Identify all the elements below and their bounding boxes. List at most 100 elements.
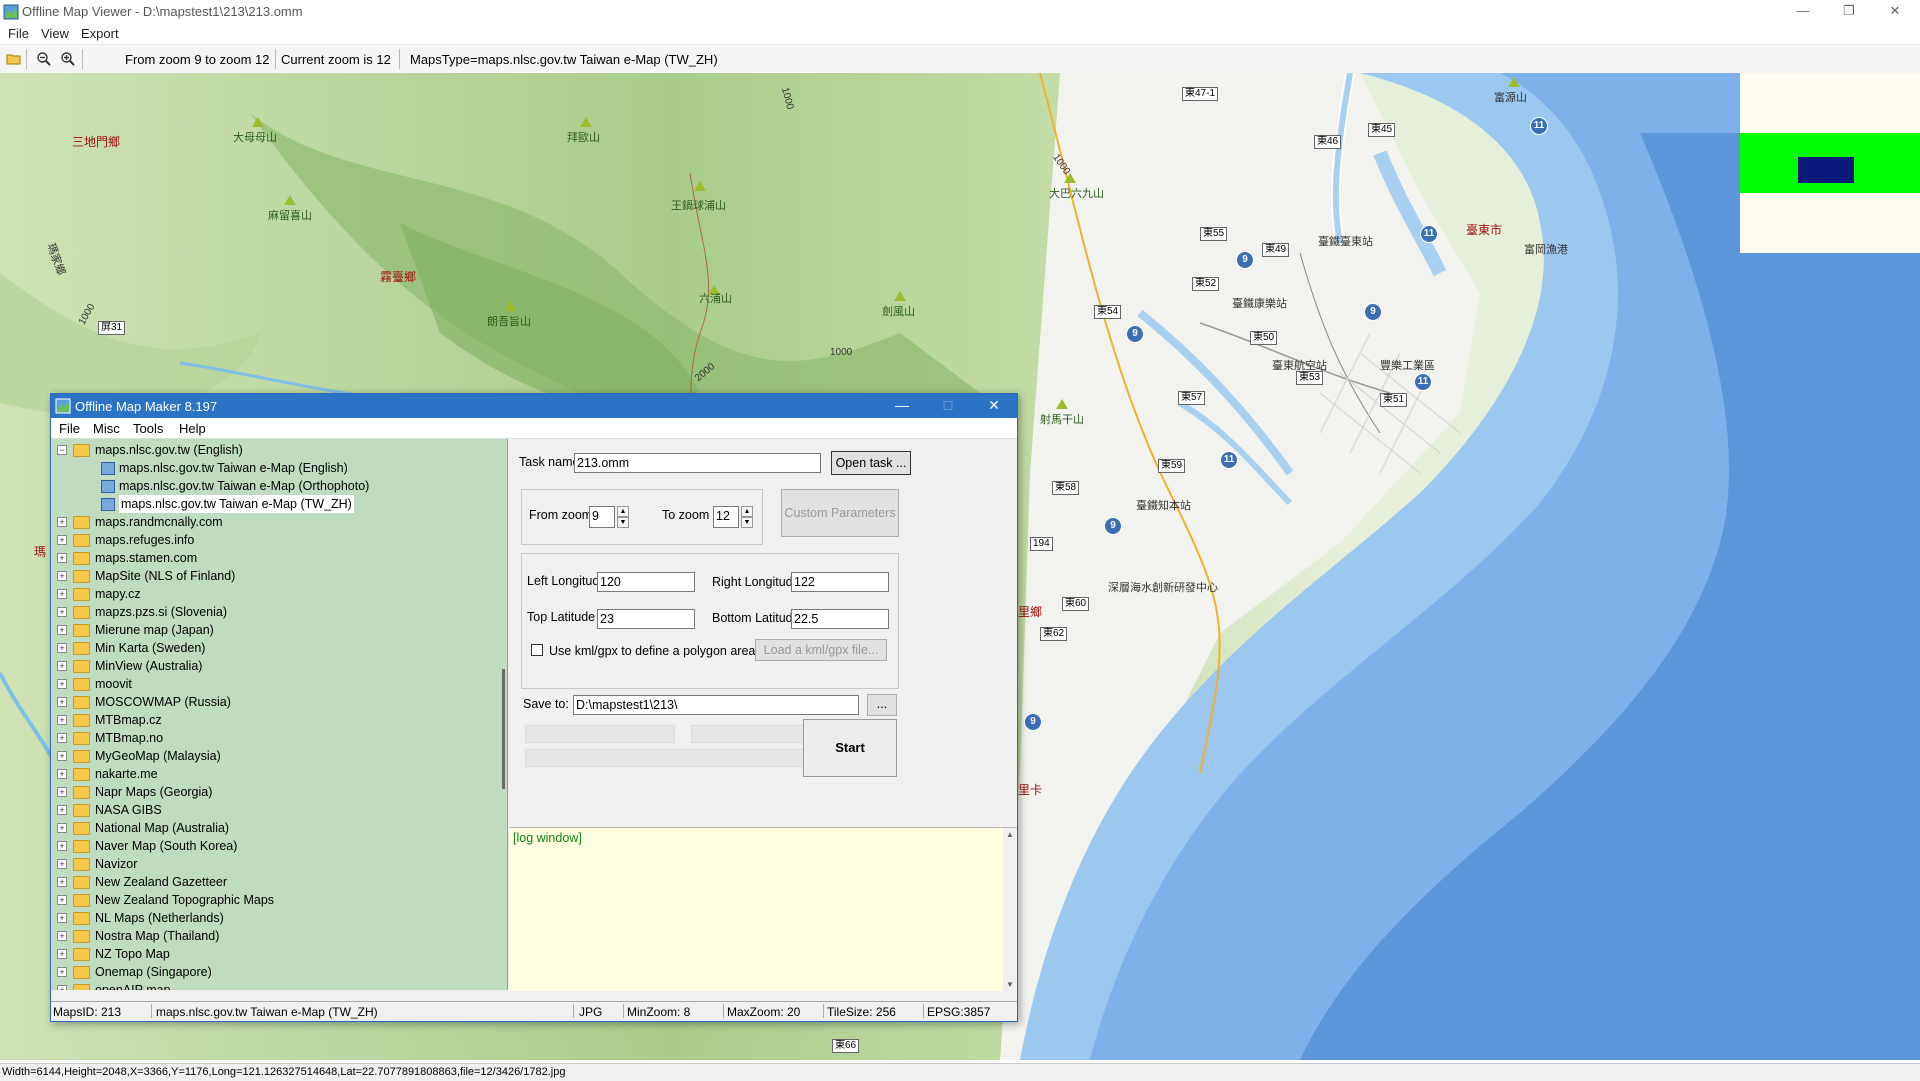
expand-icon[interactable]: +	[57, 841, 67, 851]
road-badge: 東58	[1052, 481, 1080, 495]
minimize-button[interactable]: —	[1780, 0, 1826, 24]
peak-label: 朗吾旨山	[487, 316, 531, 328]
highway-shield: 9	[1236, 251, 1254, 269]
status-separator	[573, 1004, 574, 1018]
open-folder-icon[interactable]	[6, 51, 22, 67]
expand-icon[interactable]: +	[57, 895, 67, 905]
menu-export[interactable]: Export	[81, 26, 119, 41]
from-zoom-input[interactable]: 9	[589, 506, 615, 528]
zoom-in-icon[interactable]	[60, 51, 76, 67]
dialog-menu-misc[interactable]: Misc	[93, 421, 120, 436]
expand-icon[interactable]: +	[57, 679, 67, 689]
expand-icon[interactable]: +	[57, 769, 67, 779]
expand-icon[interactable]: +	[57, 517, 67, 527]
left-longitude-input[interactable]: 120	[597, 572, 695, 592]
expand-icon[interactable]: +	[57, 571, 67, 581]
expand-icon[interactable]: +	[57, 535, 67, 545]
township-label: 霧臺鄉	[380, 270, 417, 284]
dialog-minimize-button[interactable]: —	[879, 394, 925, 418]
expand-icon[interactable]: +	[57, 913, 67, 923]
dialog-titlebar[interactable]: Offline Map Maker 8.197 — □ ✕	[51, 394, 1017, 418]
poi-label: 富源山	[1494, 92, 1527, 104]
save-to-label: Save to:	[523, 697, 569, 711]
dialog-close-button[interactable]: ✕	[971, 394, 1017, 418]
expand-icon[interactable]: +	[57, 751, 67, 761]
restore-button[interactable]: ❐	[1826, 0, 1872, 24]
folder-icon	[73, 714, 90, 727]
map-layer-icon	[101, 498, 115, 511]
highway-shield: 9	[1126, 325, 1144, 343]
open-task-button[interactable]: Open task ...	[831, 451, 911, 475]
status-separator	[823, 1004, 824, 1018]
poi-label: 深層海水創新研發中心	[1108, 582, 1218, 594]
expand-icon[interactable]: +	[57, 553, 67, 563]
expand-icon[interactable]: +	[57, 805, 67, 815]
browse-button[interactable]: ...	[867, 694, 897, 716]
folder-icon	[73, 840, 90, 853]
expand-icon[interactable]: +	[57, 643, 67, 653]
dialog-menu-tools[interactable]: Tools	[133, 421, 163, 436]
to-zoom-input[interactable]: 12	[713, 506, 739, 528]
dialog-maximize-button[interactable]: □	[925, 394, 971, 418]
menu-view[interactable]: View	[41, 26, 69, 41]
to-zoom-spinner[interactable]: ▲ ▼	[741, 506, 753, 528]
folder-icon	[73, 606, 90, 619]
expand-icon[interactable]: +	[57, 787, 67, 797]
kml-polygon-checkbox[interactable]	[531, 644, 543, 656]
road-badge: 東54	[1094, 305, 1122, 319]
expand-icon[interactable]: +	[57, 607, 67, 617]
poi-label: 富岡漁港	[1524, 244, 1568, 256]
expand-icon[interactable]: +	[57, 823, 67, 833]
road-badge: 東62	[1040, 627, 1068, 641]
folder-icon	[73, 948, 90, 961]
dialog-menu-file[interactable]: File	[59, 421, 80, 436]
log-scrollbar[interactable]: ▲ ▼	[1003, 828, 1017, 991]
zoom-out-icon[interactable]	[36, 51, 52, 67]
tree-node-label: Onemap (Singapore)	[95, 965, 212, 979]
overview-minimap[interactable]	[1740, 73, 1920, 253]
expand-icon[interactable]: +	[57, 877, 67, 887]
menu-file[interactable]: File	[8, 26, 29, 41]
dialog-menu-help[interactable]: Help	[179, 421, 206, 436]
tree-node-label: NZ Topo Map	[95, 947, 170, 961]
expand-icon[interactable]: +	[57, 949, 67, 959]
township-label: 三地門鄉	[72, 135, 121, 149]
expand-icon[interactable]: +	[57, 985, 67, 990]
expand-icon[interactable]: +	[57, 967, 67, 977]
collapse-icon[interactable]: −	[57, 445, 67, 455]
expand-icon[interactable]: +	[57, 625, 67, 635]
expand-icon[interactable]: +	[57, 859, 67, 869]
task-name-input[interactable]: 213.omm	[574, 453, 821, 473]
expand-icon[interactable]: +	[57, 589, 67, 599]
folder-icon	[73, 570, 90, 583]
expand-icon[interactable]: +	[57, 931, 67, 941]
dialog-menubar: File Misc Tools Help	[51, 418, 1017, 439]
expand-icon[interactable]: +	[57, 733, 67, 743]
expand-icon[interactable]: +	[57, 661, 67, 671]
township-label: 瑪	[34, 545, 47, 559]
custom-parameters-button[interactable]: Custom Parameters	[781, 489, 899, 537]
load-kml-button[interactable]: Load a kml/gpx file...	[755, 639, 887, 661]
tree-node-label: New Zealand Topographic Maps	[95, 893, 275, 907]
road-badge: 東50	[1250, 331, 1278, 345]
folder-icon	[73, 768, 90, 781]
task-settings-panel: Task name 213.omm Open task ... From zoo…	[509, 439, 1017, 991]
top-latitude-label: Top Latitude	[527, 610, 596, 624]
start-button[interactable]: Start	[803, 719, 897, 777]
highway-shield: 9	[1104, 517, 1122, 535]
log-window[interactable]: [log window] ▲ ▼	[509, 827, 1017, 991]
bottom-latitude-input[interactable]: 22.5	[791, 609, 889, 629]
mountain-peak-icon	[580, 117, 592, 127]
tree-scrollbar[interactable]	[502, 669, 505, 789]
tree-node-label: MTBmap.no	[95, 731, 164, 745]
close-button[interactable]: ✕	[1872, 0, 1918, 24]
expand-icon[interactable]: +	[57, 697, 67, 707]
right-longitude-input[interactable]: 122	[791, 572, 889, 592]
top-latitude-input[interactable]: 23	[597, 609, 695, 629]
from-zoom-spinner[interactable]: ▲ ▼	[617, 506, 629, 528]
road-badge: 東66	[832, 1039, 860, 1053]
save-to-input[interactable]: D:\mapstest1\213\	[573, 695, 859, 715]
map-source-tree[interactable]: − maps.nlsc.gov.tw (English) maps.nlsc.gov…	[51, 439, 508, 990]
cursor-position-info: Width=6144,Height=2048,X=3366,Y=1176,Lon…	[2, 1066, 566, 1078]
expand-icon[interactable]: +	[57, 715, 67, 725]
